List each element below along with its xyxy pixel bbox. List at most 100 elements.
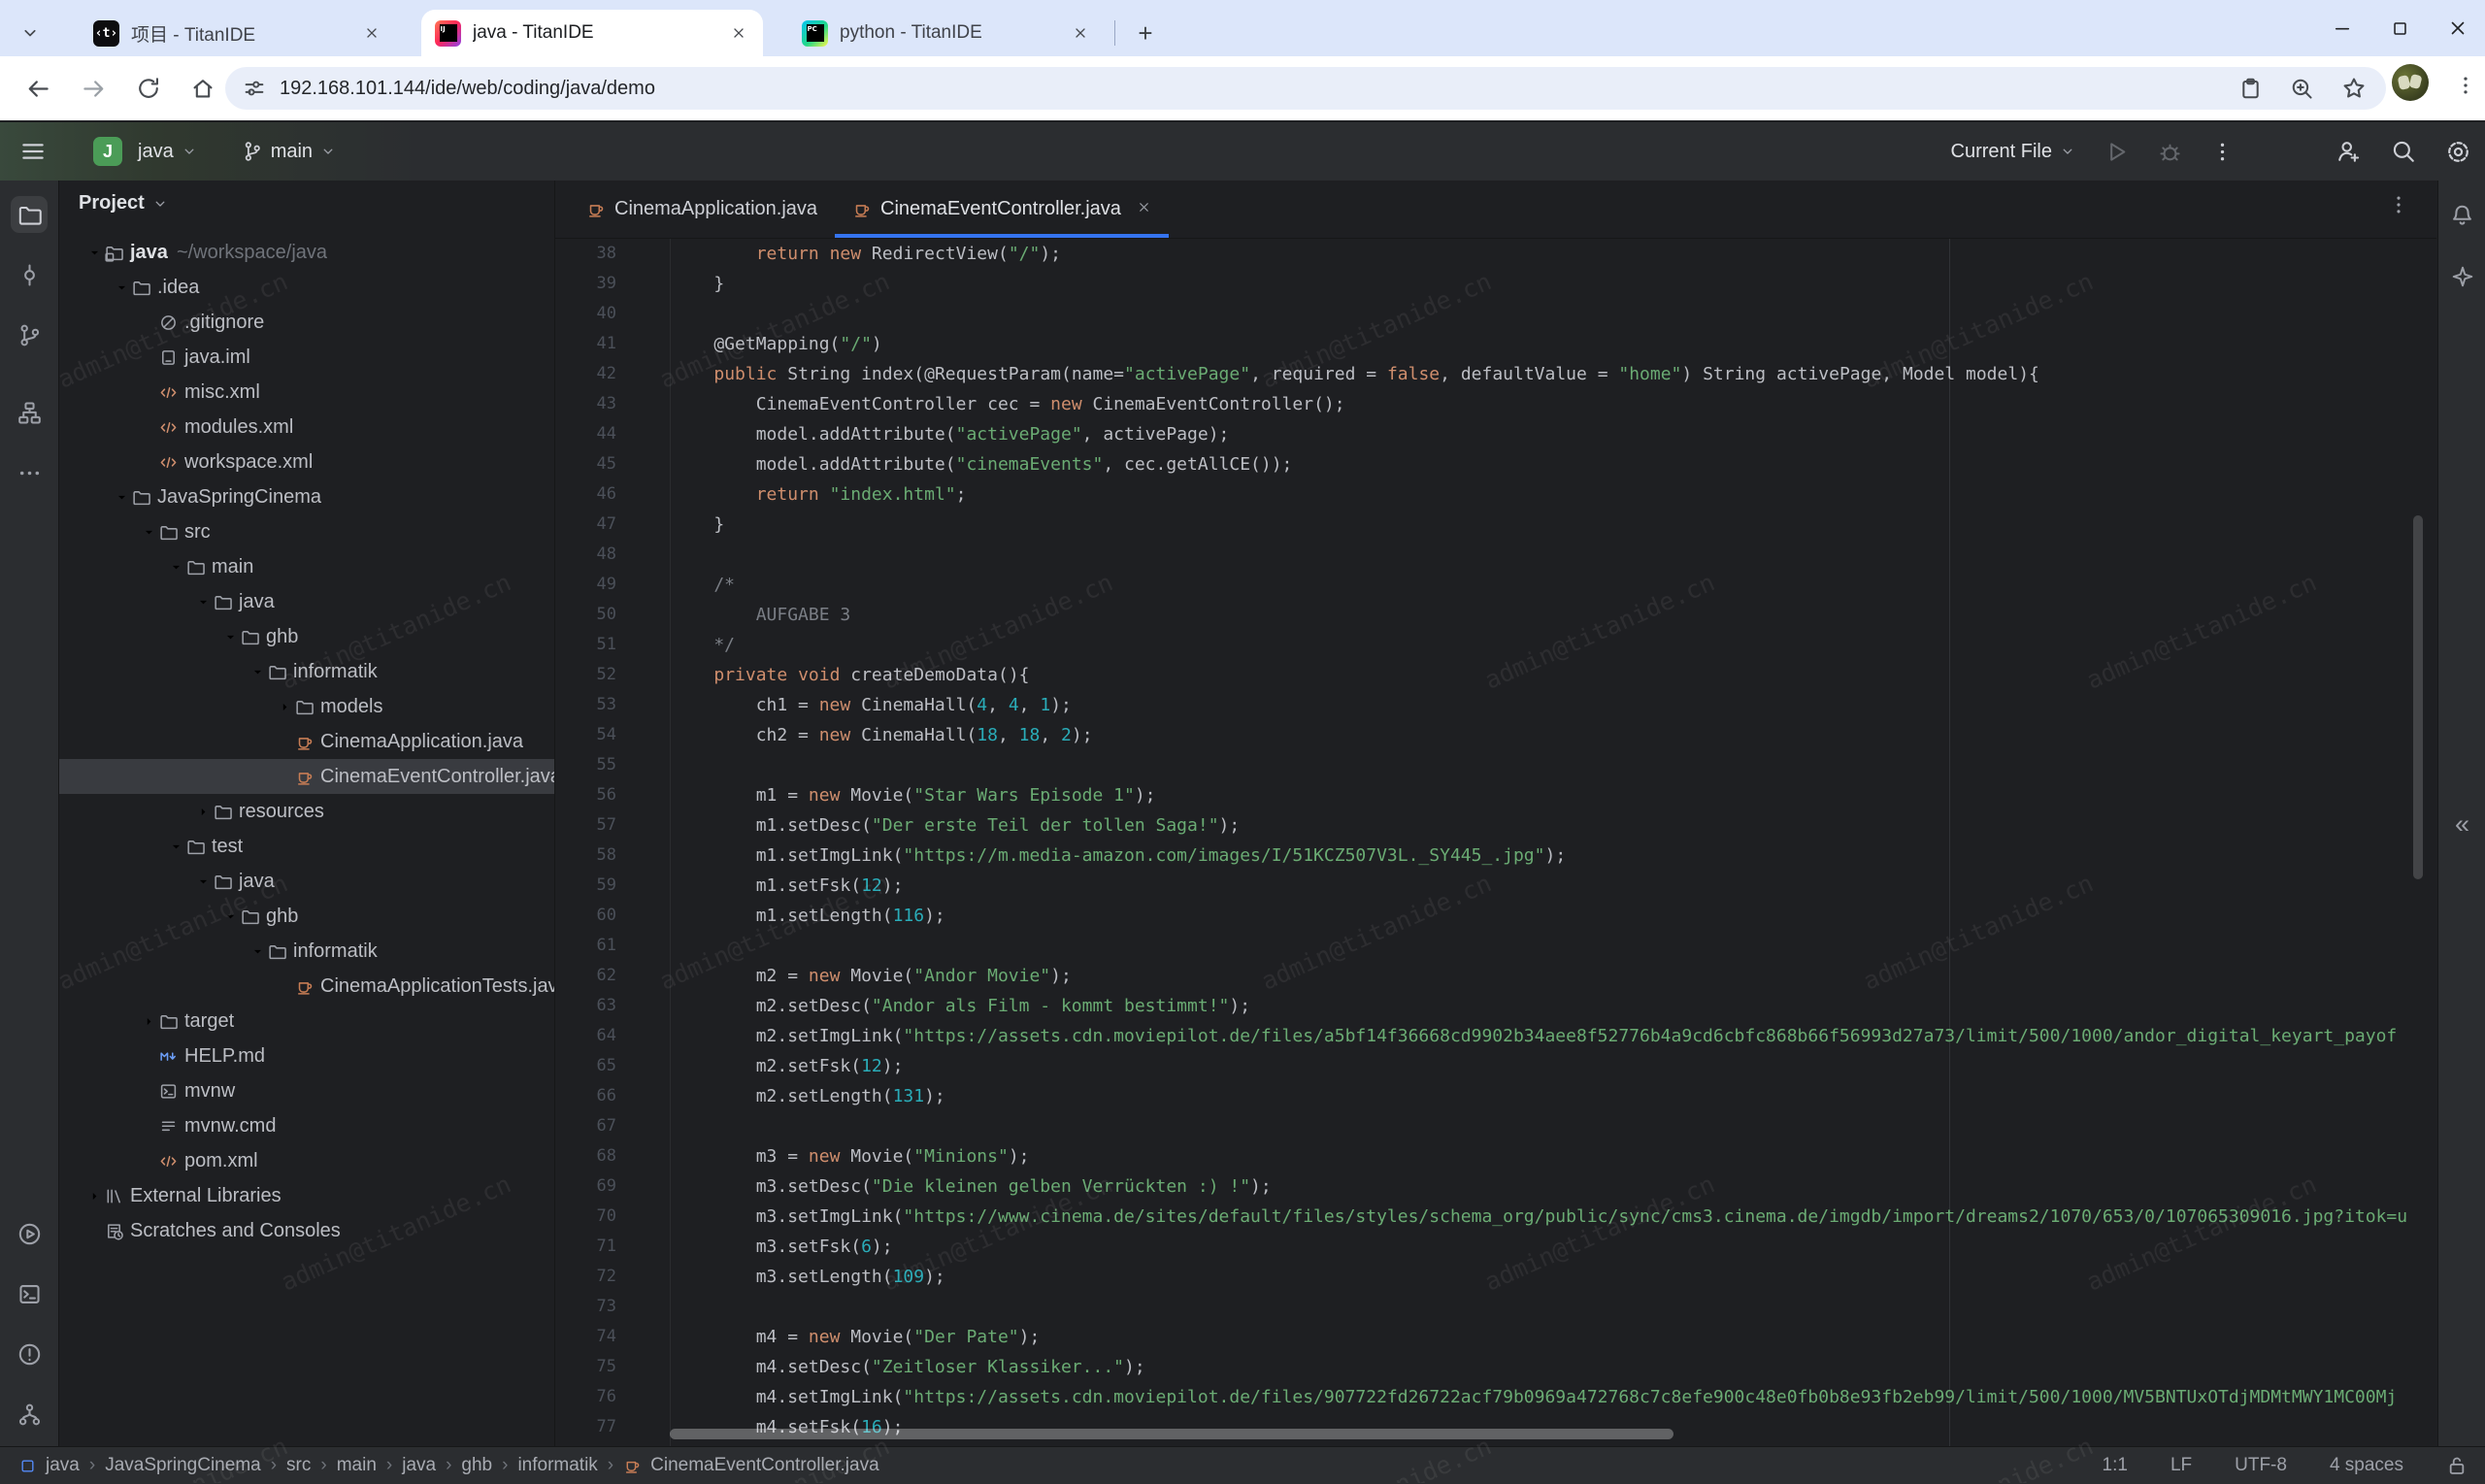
url-text[interactable]: 192.168.101.144/ide/web/coding/java/demo	[280, 78, 2238, 100]
line-number[interactable]: 71	[555, 1237, 616, 1267]
code-line[interactable]: m4.setDesc("Zeitloser Klassiker...");	[672, 1357, 2436, 1387]
chevron-right-icon[interactable]	[138, 1010, 159, 1032]
line-number[interactable]: 58	[555, 845, 616, 875]
back-icon[interactable]	[25, 76, 51, 102]
problems-button[interactable]	[11, 1336, 48, 1372]
tree-item-informatik[interactable]: informatik	[59, 654, 555, 689]
code-line[interactable]: }	[672, 274, 2436, 304]
code-line[interactable]: m2.setImgLink("https://assets.cdn.moviep…	[672, 1026, 2436, 1056]
chevron-down-icon[interactable]	[247, 661, 268, 682]
code-line[interactable]	[672, 755, 2436, 785]
line-number[interactable]: 42	[555, 364, 616, 394]
home-icon[interactable]	[190, 76, 215, 101]
tree-item-cinemaapplication-java[interactable]: CinemaApplication.java	[59, 724, 555, 759]
code-line[interactable]	[672, 544, 2436, 575]
breadcrumb-item[interactable]: java	[402, 1455, 436, 1476]
close-icon[interactable]	[2448, 18, 2468, 38]
line-number[interactable]: 66	[555, 1086, 616, 1116]
chevron-right-icon[interactable]	[192, 801, 214, 822]
breadcrumb-item[interactable]: main	[337, 1455, 377, 1476]
code-line[interactable]: model.addAttribute("cinemaEvents", cec.g…	[672, 454, 2436, 484]
line-number[interactable]: 50	[555, 605, 616, 635]
line-number[interactable]: 74	[555, 1327, 616, 1357]
code-line[interactable]: model.addAttribute("activePage", activeP…	[672, 424, 2436, 454]
ai-assistant-button[interactable]	[2444, 258, 2481, 295]
line-number[interactable]: 67	[555, 1116, 616, 1146]
add-user-icon[interactable]	[2336, 139, 2362, 164]
more-icon[interactable]	[2211, 141, 2234, 163]
line-number[interactable]: 56	[555, 785, 616, 815]
tree-item-java[interactable]: java~/workspace/java	[59, 235, 555, 270]
zoom-in-icon[interactable]	[2290, 77, 2314, 101]
new-tab-button[interactable]: +	[1129, 16, 1162, 49]
line-number[interactable]: 53	[555, 695, 616, 725]
branch-selector[interactable]: main	[242, 141, 336, 163]
project-selector[interactable]: java	[138, 141, 197, 163]
code-line[interactable]: AUFGABE 3	[672, 605, 2436, 635]
code-line[interactable]: ch2 = new CinemaHall(18, 18, 2);	[672, 725, 2436, 755]
code-line[interactable]: private void createDemoData(){	[672, 665, 2436, 695]
line-number[interactable]: 49	[555, 575, 616, 605]
services-button[interactable]	[11, 1215, 48, 1252]
code-line[interactable]	[672, 936, 2436, 966]
tree-item--gitignore[interactable]: .gitignore	[59, 305, 555, 340]
code-line[interactable]: m4 = new Movie("Der Pate");	[672, 1327, 2436, 1357]
tree-item-workspace-xml[interactable]: workspace.xml	[59, 445, 555, 479]
minimize-icon[interactable]	[2333, 18, 2352, 38]
code-line[interactable]: m3.setLength(109);	[672, 1267, 2436, 1297]
tree-item-java[interactable]: java	[59, 864, 555, 899]
code-line[interactable]: /*	[672, 575, 2436, 605]
chevron-down-icon[interactable]	[192, 871, 214, 892]
clipboard-icon[interactable]	[2238, 77, 2263, 101]
chevron-down-icon[interactable]	[219, 906, 241, 927]
vcs-branch-button[interactable]	[11, 316, 48, 353]
browser-menu-button[interactable]	[2448, 68, 2483, 103]
line-number[interactable]: 68	[555, 1146, 616, 1176]
tree-item-misc-xml[interactable]: misc.xml	[59, 375, 555, 410]
chevron-right-icon[interactable]	[274, 696, 295, 717]
code-line[interactable]: m3.setFsk(6);	[672, 1237, 2436, 1267]
breadcrumb-item[interactable]: java	[46, 1455, 80, 1476]
breadcrumb-item[interactable]: JavaSpringCinema	[105, 1455, 261, 1476]
line-number[interactable]: 46	[555, 484, 616, 514]
editor-tab[interactable]: CinemaEventController.java	[835, 181, 1169, 238]
chevron-down-icon[interactable]	[111, 486, 132, 508]
line-number[interactable]: 75	[555, 1357, 616, 1387]
line-separator[interactable]: LF	[2170, 1455, 2192, 1476]
vertical-scrollbar[interactable]	[2413, 515, 2423, 879]
line-number[interactable]: 65	[555, 1056, 616, 1086]
maximize-icon[interactable]	[2391, 19, 2409, 38]
code-line[interactable]: m1.setFsk(12);	[672, 875, 2436, 906]
tree-item-test[interactable]: test	[59, 829, 555, 864]
tree-item-scratches-and-consoles[interactable]: Scratches and Consoles	[59, 1213, 555, 1248]
tree-item-src[interactable]: src	[59, 514, 555, 549]
line-number[interactable]: 38	[555, 244, 616, 274]
code-line[interactable]: return new RedirectView("/");	[672, 244, 2436, 274]
tree-item-ghb[interactable]: ghb	[59, 899, 555, 934]
browser-tab[interactable]: IJjava - TitanIDE	[421, 10, 763, 56]
chevron-down-icon[interactable]	[247, 940, 268, 962]
structure-button[interactable]	[11, 394, 48, 431]
avatar[interactable]	[2392, 64, 2429, 101]
line-number[interactable]: 43	[555, 394, 616, 424]
chevron-down-icon[interactable]	[192, 591, 214, 612]
file-encoding[interactable]: UTF-8	[2235, 1455, 2287, 1476]
line-number[interactable]: 73	[555, 1297, 616, 1327]
browser-tab[interactable]: PCpython - TitanIDE	[788, 10, 1105, 56]
tree-item-javaspringcinema[interactable]: JavaSpringCinema	[59, 479, 555, 514]
tree-item-cinemaeventcontroller-java[interactable]: CinemaEventController.java	[59, 759, 555, 794]
code-line[interactable]	[672, 1116, 2436, 1146]
code-line[interactable]: */	[672, 635, 2436, 665]
code-line[interactable]: ch1 = new CinemaHall(4, 4, 1);	[672, 695, 2436, 725]
debug-icon[interactable]	[2158, 140, 2182, 164]
line-number[interactable]: 45	[555, 454, 616, 484]
line-number[interactable]: 41	[555, 334, 616, 364]
tree-item--idea[interactable]: .idea	[59, 270, 555, 305]
line-number[interactable]: 55	[555, 755, 616, 785]
line-number[interactable]: 59	[555, 875, 616, 906]
tree-item-models[interactable]: models	[59, 689, 555, 724]
code-line[interactable]: CinemaEventController cec = new CinemaEv…	[672, 394, 2436, 424]
line-number[interactable]: 52	[555, 665, 616, 695]
line-number[interactable]: 61	[555, 936, 616, 966]
collapse-panel-button[interactable]: «	[2455, 809, 2469, 840]
